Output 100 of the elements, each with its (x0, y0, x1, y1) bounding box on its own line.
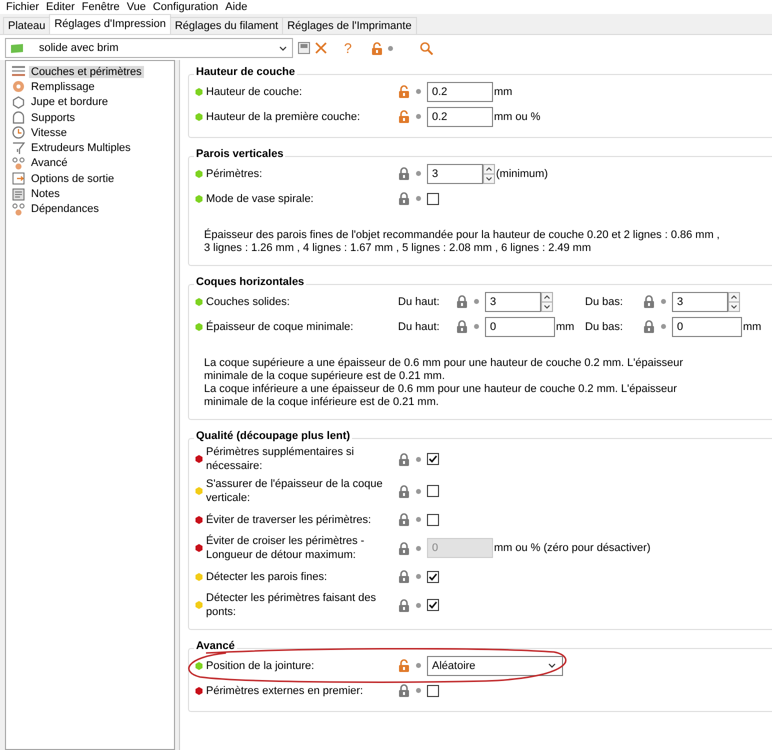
sidebar-item[interactable]: Vitesse (29, 126, 69, 139)
dot-icon (416, 574, 421, 579)
spinner-arrows-icon[interactable] (541, 292, 553, 312)
menu-item[interactable]: Fichier (4, 1, 44, 13)
sidebar-item[interactable]: Notes (29, 188, 62, 200)
menu-item[interactable]: Editer (44, 1, 80, 13)
sidebar-item[interactable]: Extrudeurs Multiples (29, 142, 133, 154)
chevron-icon (548, 663, 556, 668)
dot-icon (474, 324, 479, 329)
dot-icon (416, 546, 421, 550)
number-field[interactable]: 3 (485, 292, 541, 312)
setting-label: Périmètres: (206, 166, 264, 180)
padlock-icon[interactable] (398, 192, 410, 205)
dot-icon (474, 299, 479, 304)
field-label: Du haut: (398, 320, 441, 332)
section-title: Qualité (découpage plus lent) (194, 430, 352, 442)
tab[interactable]: Réglages du filament (170, 17, 284, 34)
field-label: Du bas: (585, 296, 624, 308)
input-field[interactable]: 0 (485, 316, 555, 336)
search-icon[interactable] (420, 42, 433, 54)
setting-label: Hauteur de couche: (206, 84, 304, 98)
setting-label: Éviter de traverser les périmètres: (206, 512, 372, 526)
dot-icon (416, 196, 421, 201)
menu-item[interactable]: Configuration (150, 1, 224, 13)
setting-label: Mode de vase spirale: (206, 192, 315, 206)
open-padlock-icon[interactable] (398, 110, 410, 123)
field-label: Du haut: (398, 296, 441, 308)
setting-label: Couches solides: (206, 294, 291, 308)
setting-label: Épaisseur de coque minimale: (206, 320, 354, 334)
layers-icon (12, 65, 25, 78)
dot-icon (661, 299, 666, 304)
dot-icon (416, 114, 421, 119)
input-field[interactable]: 0.2 (427, 82, 493, 102)
export-icon (12, 172, 25, 186)
padlock-icon[interactable] (398, 513, 410, 526)
input-field[interactable]: 0 (672, 316, 742, 336)
tab[interactable]: Réglages de l'Imprimante (282, 17, 417, 34)
clock-icon (12, 126, 25, 140)
chevron-icon (279, 46, 287, 50)
hexagon-icon (12, 96, 25, 109)
setting-label: Position de la jointure: (206, 658, 316, 672)
field-label: Du bas: (585, 320, 624, 332)
padlock-icon[interactable] (398, 598, 410, 612)
dot-icon (416, 456, 421, 462)
info-text: Épaisseur des parois fines de l'objet recommandée pour la hauteur de couche 0.20 et 2 lignes : 0.86 mm , 3 lignes : 1.26 mm , 4 lignes : 1.67 mm , 5 lignes : 2.08 mm , 6 lignes : 2.49 mm (204, 229, 721, 255)
checkbox[interactable] (427, 192, 439, 204)
section-title: Parois verticales (194, 148, 286, 160)
checkbox[interactable] (427, 599, 439, 611)
close-icon[interactable] (315, 42, 327, 54)
padlock-icon[interactable] (398, 452, 410, 466)
dot-icon (416, 517, 421, 522)
padlock-icon[interactable] (398, 167, 410, 180)
checkbox[interactable] (427, 684, 439, 696)
sidebar-item[interactable]: Jupe et bordure (29, 96, 110, 108)
padlock-icon[interactable] (398, 684, 410, 697)
checkbox[interactable] (427, 570, 439, 582)
open-padlock-icon[interactable] (398, 85, 410, 98)
save-icon[interactable] (298, 42, 310, 54)
tab[interactable]: Plateau (3, 17, 50, 34)
setting-label: Détecter les périmètres faisant des ponts: (206, 591, 377, 619)
funnel-icon (12, 142, 25, 155)
padlock-icon[interactable] (398, 570, 410, 583)
dot-icon (416, 688, 421, 693)
unit-label: mm ou % (zéro pour désactiver) (494, 542, 650, 554)
sidebar-item[interactable]: Couches et périmètres (29, 66, 144, 78)
menu-item[interactable]: Fenêtre (80, 1, 125, 13)
padlock-icon[interactable] (398, 484, 410, 498)
menu-item[interactable]: Vue (124, 1, 151, 13)
sidebar-item[interactable]: Avancé (29, 157, 70, 170)
nodes-icon (12, 156, 25, 170)
unit-label: mm (743, 320, 762, 332)
number-field[interactable]: 3 (427, 164, 483, 184)
input-field[interactable]: 0.2 (427, 106, 493, 126)
sidebar-item[interactable]: Remplissage (29, 80, 97, 93)
preset-dropdown[interactable]: solide avec brim (5, 38, 293, 58)
number-field[interactable]: 3 (672, 292, 728, 312)
spinner-arrows-icon[interactable] (483, 164, 495, 184)
checkbox[interactable] (427, 453, 439, 465)
padlock-icon[interactable] (643, 295, 655, 308)
sidebar-item[interactable]: Supports (29, 112, 78, 124)
padlock-icon[interactable] (456, 320, 468, 333)
spinner-arrows-icon[interactable] (728, 292, 740, 312)
padlock-icon[interactable] (643, 320, 655, 333)
notes-icon (12, 188, 25, 201)
dropdown[interactable]: Aléatoire (427, 656, 563, 676)
dome-icon (12, 111, 25, 124)
menu-item[interactable]: Aide (223, 1, 252, 13)
checkbox[interactable] (427, 485, 439, 497)
padlock-icon[interactable] (456, 295, 468, 308)
unit-label: mm (494, 86, 512, 98)
checkbox[interactable] (427, 514, 439, 526)
dot-icon (416, 488, 421, 494)
sidebar-item[interactable]: Options de sortie (29, 172, 116, 185)
dot-icon (388, 46, 393, 50)
open-padlock-icon[interactable] (398, 659, 410, 672)
setting-label: Hauteur de la première couche: (206, 110, 362, 124)
open-padlock-icon[interactable] (370, 42, 383, 54)
tab[interactable]: Réglages d'Impression (49, 14, 171, 34)
sidebar-item[interactable]: Dépendances (29, 203, 101, 216)
unit-label: mm ou % (494, 110, 540, 122)
